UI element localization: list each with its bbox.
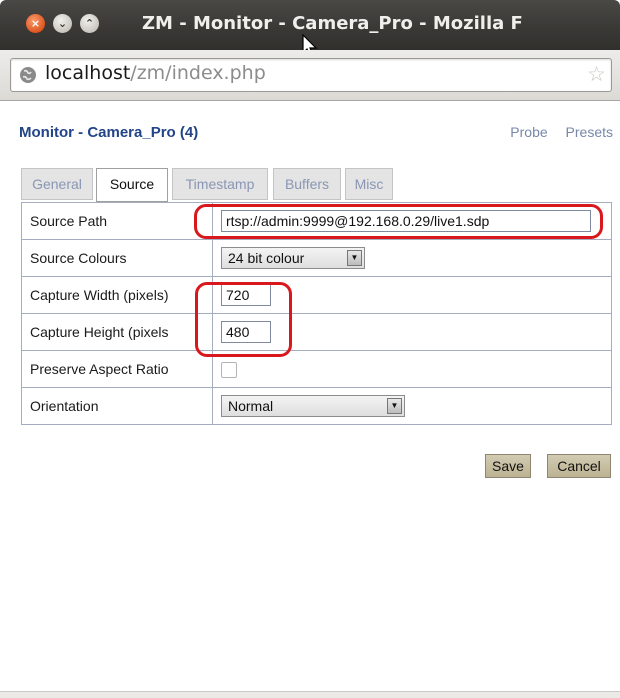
source-colours-value: 24 bit colour [228,250,305,266]
table-row: Source Colours 24 bit colour ▼ [21,239,612,277]
window-titlebar: × ⌄ ⌃ ZM - Monitor - Camera_Pro - Mozill… [0,0,620,57]
url-bar[interactable]: localhost/zm/index.php ☆ [10,58,612,92]
table-row: Capture Height (pixels 480 [21,313,612,351]
capture-width-input[interactable]: 720 [221,284,271,306]
probe-link[interactable]: Probe [510,124,547,140]
dropdown-arrow-icon[interactable]: ▼ [347,250,362,266]
capture-width-cell: 720 [212,276,612,314]
capture-height-cell: 480 [212,313,612,351]
orientation-cell: Normal ▼ [212,387,612,425]
url-text[interactable]: localhost/zm/index.php [45,62,266,84]
capture-width-label: Capture Width (pixels) [21,276,213,314]
save-button[interactable]: Save [485,454,531,478]
orientation-select[interactable]: Normal ▼ [221,395,405,417]
source-settings-table: Source Path rtsp://admin:9999@192.168.0.… [21,202,612,425]
table-row: Source Path rtsp://admin:9999@192.168.0.… [21,202,612,240]
header-links: Probe Presets [496,124,613,140]
source-colours-label: Source Colours [21,239,213,277]
bookmark-star-icon[interactable]: ☆ [587,62,606,87]
tab-general[interactable]: General [21,168,93,200]
presets-link[interactable]: Presets [566,124,613,140]
maximize-window-icon[interactable]: ⌃ [80,14,99,33]
page-title: Monitor - Camera_Pro (4) [19,124,199,141]
status-bar [0,692,620,698]
source-path-cell: rtsp://admin:9999@192.168.0.29/live1.sdp [212,202,612,240]
preserve-aspect-cell [212,350,612,388]
source-colours-cell: 24 bit colour ▼ [212,239,612,277]
source-path-label: Source Path [21,202,213,240]
close-window-icon[interactable]: × [26,14,45,33]
table-row: Preserve Aspect Ratio [21,350,612,388]
tab-timestamp[interactable]: Timestamp [172,168,268,200]
url-host: localhost [45,62,131,84]
dropdown-arrow-icon[interactable]: ▼ [387,398,402,414]
source-colours-select[interactable]: 24 bit colour ▼ [221,247,365,269]
globe-icon [20,67,36,83]
page-header: Monitor - Camera_Pro (4) Probe Presets [19,124,613,146]
capture-height-input[interactable]: 480 [221,321,271,343]
orientation-label: Orientation [21,387,213,425]
preserve-aspect-checkbox[interactable] [221,361,237,378]
url-path: /zm/index.php [130,62,266,84]
tab-source[interactable]: Source [96,168,168,202]
orientation-value: Normal [228,398,274,414]
tab-buffers[interactable]: Buffers [273,168,341,200]
minimize-window-icon[interactable]: ⌄ [53,14,72,33]
table-row: Orientation Normal ▼ [21,387,612,425]
tab-misc[interactable]: Misc [345,168,393,200]
window-title: ZM - Monitor - Camera_Pro - Mozilla F [142,13,523,34]
source-path-input[interactable]: rtsp://admin:9999@192.168.0.29/live1.sdp [221,210,591,232]
browser-navbar: localhost/zm/index.php ☆ [0,50,620,101]
table-row: Capture Width (pixels) 720 [21,276,612,314]
capture-height-label: Capture Height (pixels [21,313,213,351]
cancel-button[interactable]: Cancel [547,454,611,478]
preserve-aspect-label: Preserve Aspect Ratio [21,350,213,388]
